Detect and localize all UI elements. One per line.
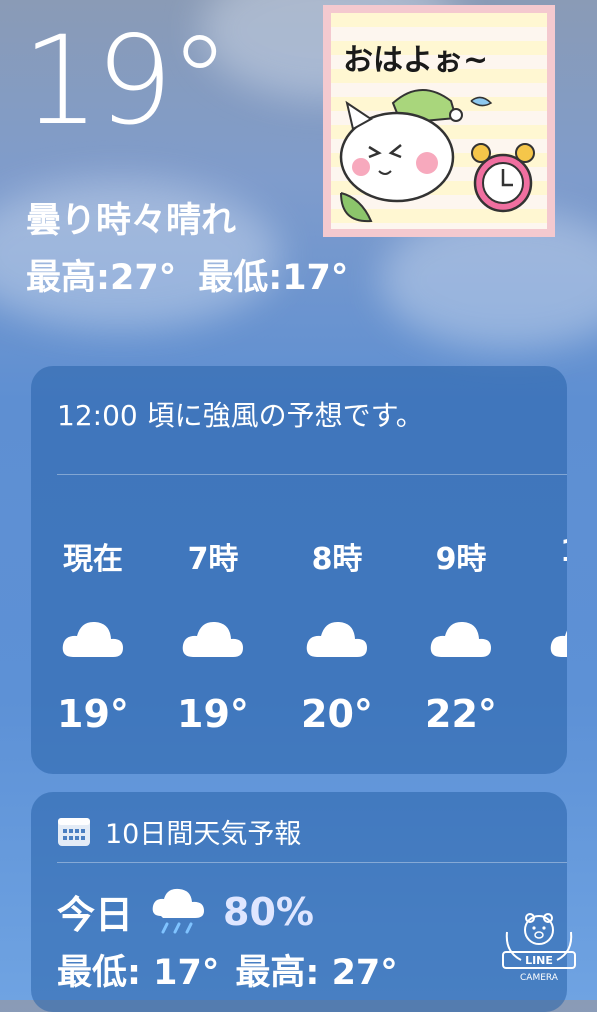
hour-column: 現在 19° bbox=[51, 534, 135, 736]
ten-day-title: 10日間天気予報 bbox=[105, 819, 302, 850]
cat-illustration-icon bbox=[339, 89, 535, 223]
today-label: 今日 bbox=[57, 893, 134, 937]
hour-temperature: 2 bbox=[539, 692, 567, 736]
today-high-low: 最低: 17° 最高: 27° bbox=[57, 944, 414, 995]
good-morning-sticker: おはよぉ~ bbox=[323, 5, 555, 237]
line-camera-logo: LINE CAMERA bbox=[502, 913, 576, 983]
hour-temperature: 19° bbox=[57, 692, 129, 736]
divider bbox=[57, 474, 567, 475]
calendar-icon bbox=[58, 817, 90, 846]
cloud-rain-icon bbox=[152, 888, 205, 933]
watermark-line1: LINE bbox=[525, 954, 553, 967]
current-condition: 曇り時々晴れ bbox=[26, 201, 237, 241]
ten-day-header: 10日間天気予報 bbox=[57, 812, 301, 851]
watermark-line2: CAMERA bbox=[520, 973, 559, 983]
hour-label: 9時 bbox=[435, 542, 487, 577]
wind-alert: 12:00 頃に強風の予想です。 bbox=[57, 399, 424, 432]
hour-column: 8時 20° bbox=[295, 534, 379, 736]
hour-label: 7時 bbox=[187, 542, 239, 577]
divider bbox=[57, 862, 567, 863]
cloud-icon bbox=[306, 621, 367, 657]
hourly-forecast-card[interactable]: 12:00 頃に強風の予想です。 現在 19° 7時 19° 8時 20° 9時 22° 10 2 bbox=[31, 366, 567, 774]
hour-label: 10 bbox=[539, 534, 567, 574]
cloud-icon bbox=[430, 621, 491, 657]
today-row[interactable]: 今日 80% bbox=[57, 884, 314, 939]
hour-column: 10 2 bbox=[539, 534, 567, 736]
cloud-icon bbox=[550, 630, 567, 657]
cloud-icon bbox=[182, 621, 243, 657]
current-high: 最高:27° bbox=[26, 258, 177, 298]
ten-day-forecast-card[interactable]: 10日間天気予報 今日 80% 最低: 17° 最高: 27° bbox=[31, 792, 567, 1012]
hour-column: 9時 22° bbox=[419, 534, 503, 736]
hour-temperature: 22° bbox=[425, 692, 497, 736]
cloud-icon bbox=[62, 621, 123, 657]
current-temperature: 19° bbox=[22, 10, 230, 152]
today-low: 最低: 17° bbox=[57, 953, 220, 993]
hour-label: 現在 bbox=[63, 542, 123, 577]
hour-label: 8時 bbox=[311, 542, 363, 577]
current-high-low: 最高:27° 最低:17° bbox=[26, 249, 370, 300]
today-high: 最高: 27° bbox=[235, 953, 398, 993]
current-low: 最低:17° bbox=[198, 258, 349, 298]
hour-temperature: 19° bbox=[177, 692, 249, 736]
hour-column: 7時 19° bbox=[171, 534, 255, 736]
hour-temperature: 20° bbox=[301, 692, 373, 736]
precipitation-chance: 80% bbox=[223, 889, 314, 934]
